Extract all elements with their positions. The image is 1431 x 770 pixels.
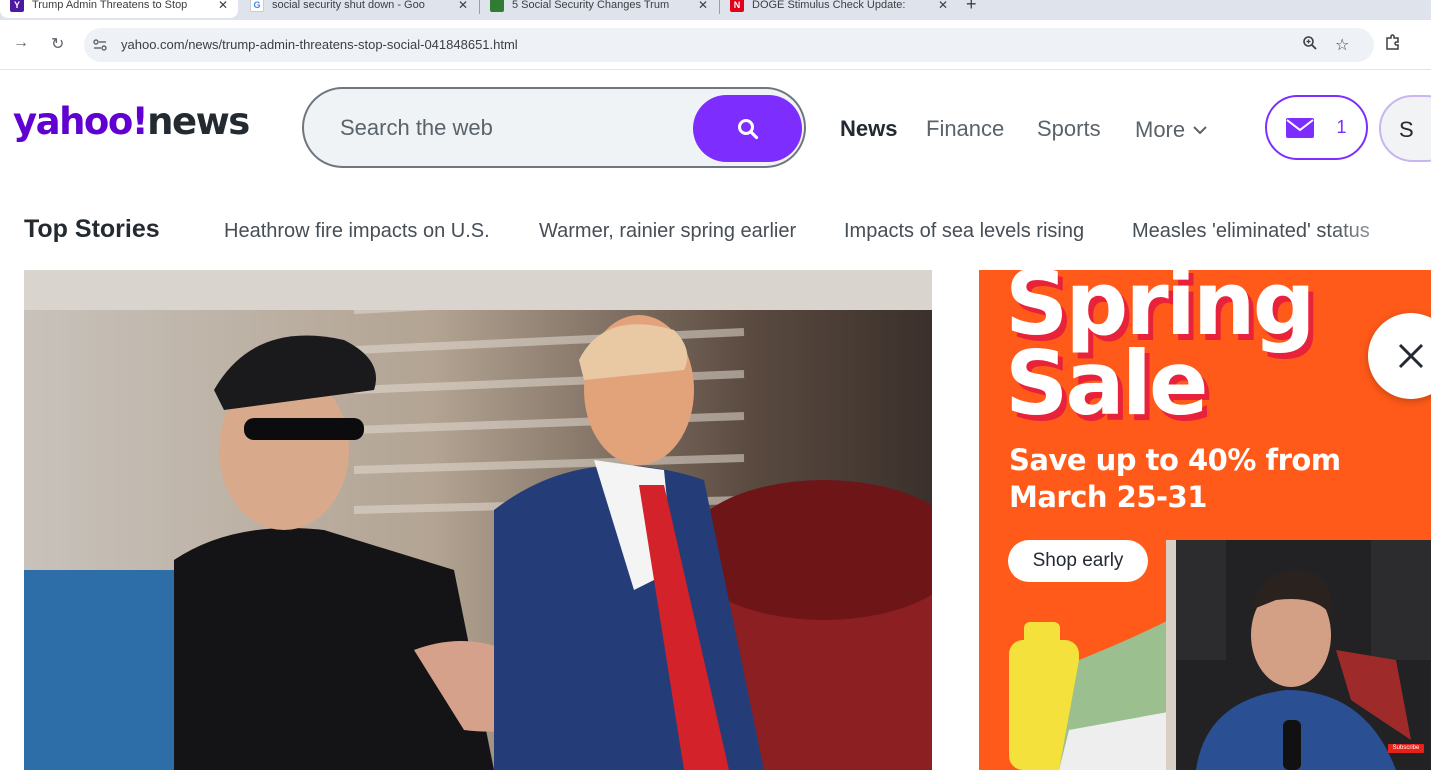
logo-yahoo-text: yahoo! <box>13 100 149 143</box>
shop-early-button[interactable]: Shop early <box>1008 540 1148 582</box>
site-header: yahoo!news News Finance Sports More 1 <box>0 70 1431 185</box>
nav-news[interactable]: News <box>840 116 897 142</box>
ad-subhead-line-2: March 25-31 <box>1009 480 1207 514</box>
tab-title: social security shut down - Goo <box>272 0 425 11</box>
google-favicon-icon: G <box>250 0 264 12</box>
scroll-fade <box>1330 210 1431 255</box>
newsweek-favicon-icon: N <box>730 0 744 12</box>
subscribe-badge[interactable]: Subscribe <box>1388 744 1424 753</box>
close-ad-button[interactable] <box>1368 313 1431 399</box>
ad-headline-line-2: Sale <box>1005 332 1209 435</box>
close-tab-icon[interactable]: ✕ <box>698 0 708 12</box>
avatar-initial: S <box>1399 117 1414 142</box>
search-input[interactable] <box>340 113 680 143</box>
address-bar[interactable]: yahoo.com/news/trump-admin-threatens-sto… <box>84 28 1374 62</box>
nav-more-label: More <box>1135 117 1186 142</box>
url-text: yahoo.com/news/trump-admin-threatens-sto… <box>121 37 518 52</box>
reload-icon[interactable]: ↻ <box>51 34 64 54</box>
close-icon <box>1398 343 1424 369</box>
yahoo-news-logo[interactable]: yahoo!news <box>13 100 250 143</box>
tab-title: DOGE Stimulus Check Update: <box>752 0 906 11</box>
avatar[interactable]: S <box>1379 95 1431 162</box>
browser-tab-3[interactable]: 5 Social Security Changes Trum ✕ <box>480 0 718 18</box>
browser-tab-2[interactable]: G social security shut down - Goo ✕ <box>240 0 478 18</box>
nav-finance[interactable]: Finance <box>926 116 1004 142</box>
site-settings-icon[interactable] <box>92 37 108 53</box>
ad-subhead-line-1: Save up to 40% from <box>1009 443 1341 477</box>
browser-toolbar: → ↻ yahoo.com/news/trump-admin-threatens… <box>0 20 1431 70</box>
nav-more[interactable]: More <box>1135 117 1208 143</box>
mail-button[interactable]: 1 <box>1265 95 1368 160</box>
top-story-link[interactable]: Heathrow fire impacts on U.S. <box>224 220 490 243</box>
tab-title: Trump Admin Threatens to Stop <box>32 0 188 11</box>
webcam-video <box>1166 540 1431 770</box>
tab-title: 5 Social Security Changes Trum <box>512 0 670 11</box>
top-story-link[interactable]: Warmer, rainier spring earlier <box>539 220 796 243</box>
mail-count-badge: 1 <box>1336 117 1347 137</box>
forward-arrow-icon[interactable]: → <box>13 34 29 52</box>
nav-sports[interactable]: Sports <box>1037 116 1101 142</box>
logo-news-text: news <box>147 100 250 143</box>
bookmark-star-icon[interactable]: ☆ <box>1335 35 1349 55</box>
browser-tab-1[interactable]: Y Trump Admin Threatens to Stop ✕ <box>0 0 238 18</box>
top-stories-bar: Top Stories Heathrow fire impacts on U.S… <box>0 185 1431 269</box>
site-favicon-icon <box>490 0 504 12</box>
ad-headline: Spring Sale <box>1005 270 1316 435</box>
search-icon <box>737 118 758 139</box>
close-tab-icon[interactable]: ✕ <box>458 0 468 12</box>
yahoo-favicon-icon: Y <box>10 0 24 12</box>
extensions-icon[interactable] <box>1384 33 1402 56</box>
close-tab-icon[interactable]: ✕ <box>218 0 228 12</box>
hero-article-image[interactable] <box>24 270 932 770</box>
ad-subheadline: Save up to 40% from March 25-31 <box>1009 442 1341 516</box>
webcam-overlay <box>1166 540 1431 770</box>
new-tab-icon[interactable]: + <box>966 0 977 15</box>
top-story-link[interactable]: Impacts of sea levels rising <box>844 220 1084 243</box>
top-stories-title: Top Stories <box>24 215 160 243</box>
close-tab-icon[interactable]: ✕ <box>938 0 948 12</box>
browser-tab-4[interactable]: N DOGE Stimulus Check Update: ✕ <box>720 0 958 18</box>
browser-tab-strip: Y Trump Admin Threatens to Stop ✕ G soci… <box>0 0 1431 20</box>
mail-icon <box>1286 117 1315 138</box>
search-box <box>302 87 806 168</box>
search-button[interactable] <box>693 95 802 162</box>
chevron-down-icon <box>1193 126 1207 135</box>
zoom-icon[interactable] <box>1302 35 1318 56</box>
hero-photo <box>24 270 932 770</box>
